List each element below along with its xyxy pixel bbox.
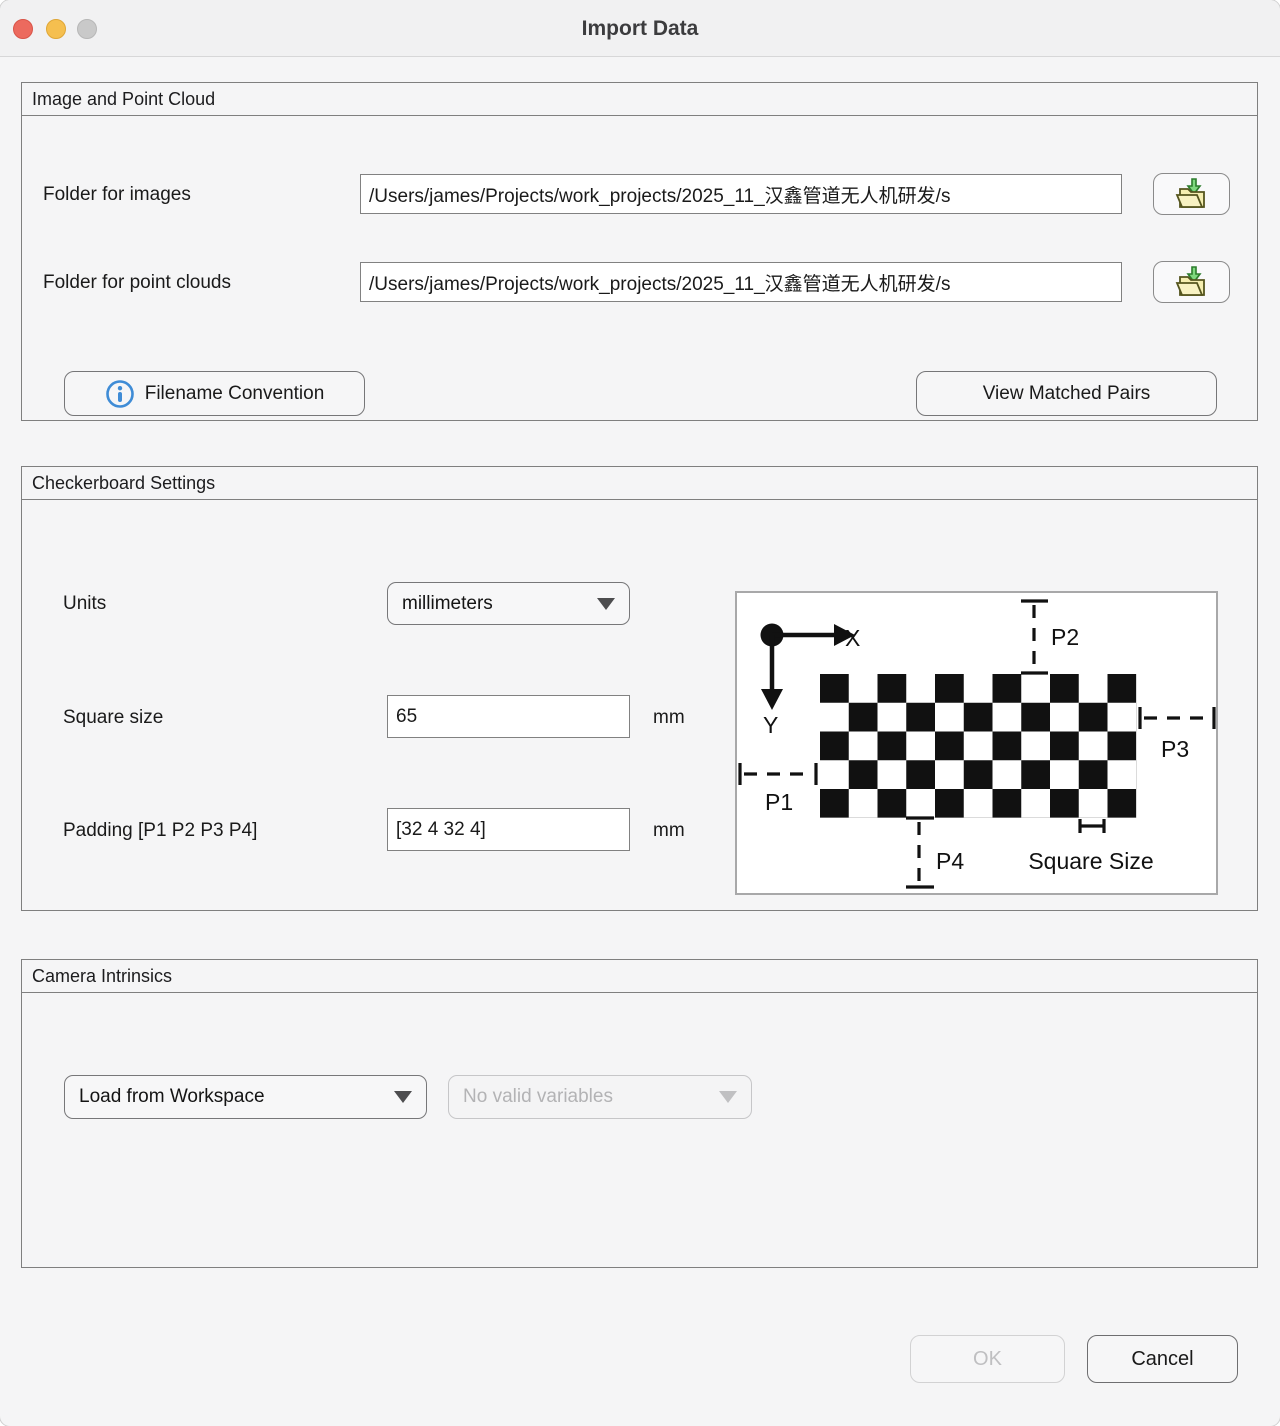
group-title-checkerboard-settings: Checkerboard Settings: [22, 467, 1257, 500]
browse-pointclouds-button[interactable]: [1153, 261, 1230, 303]
cancel-button[interactable]: Cancel: [1087, 1335, 1238, 1383]
chevron-down-icon: [394, 1091, 412, 1103]
x-axis-label: X: [845, 625, 860, 651]
p1-dimension-line: [740, 763, 816, 785]
image-point-cloud-group: Image and Point Cloud Folder for images …: [21, 82, 1258, 421]
p4-label: P4: [936, 848, 964, 874]
padding-input[interactable]: [387, 808, 630, 851]
filename-convention-button[interactable]: Filename Convention: [64, 371, 365, 416]
browse-images-button[interactable]: [1153, 173, 1230, 215]
intrinsics-variables-dropdown: No valid variables: [448, 1075, 752, 1119]
title-bar: Import Data: [0, 0, 1280, 57]
units-dropdown[interactable]: millimeters: [387, 582, 630, 625]
chevron-down-icon: [597, 598, 615, 610]
intrinsics-source-dropdown[interactable]: Load from Workspace: [64, 1075, 427, 1119]
p4-dimension-line: [906, 818, 934, 887]
open-folder-icon: [1173, 265, 1211, 299]
checkerboard-diagram: X Y P2 P3: [735, 591, 1218, 895]
group-title-camera-intrinsics: Camera Intrinsics: [22, 960, 1257, 993]
y-axis-label: Y: [763, 712, 778, 738]
import-data-dialog: Import Data Image and Point Cloud Folder…: [0, 0, 1280, 1426]
folder-pointclouds-label: Folder for point clouds: [43, 272, 231, 294]
folder-images-input[interactable]: [360, 174, 1122, 214]
camera-intrinsics-group: Camera Intrinsics Load from Workspace No…: [21, 959, 1258, 1268]
open-folder-icon: [1173, 177, 1211, 211]
square-size-bracket: [1080, 819, 1104, 833]
view-matched-pairs-label: View Matched Pairs: [983, 383, 1151, 405]
p2-label: P2: [1051, 624, 1079, 650]
cancel-button-label: Cancel: [1131, 1348, 1193, 1371]
checkerboard-settings-group: Checkerboard Settings Units millimeters …: [21, 466, 1258, 911]
square-size-input[interactable]: [387, 695, 630, 738]
chevron-down-icon: [719, 1091, 737, 1103]
p2-dimension-line: [1021, 601, 1048, 673]
padding-label: Padding [P1 P2 P3 P4]: [63, 820, 257, 842]
p3-dimension-line: [1140, 707, 1214, 729]
p1-label: P1: [765, 789, 793, 815]
ok-button: OK: [910, 1335, 1065, 1383]
diagram-square-size-label: Square Size: [1028, 848, 1153, 874]
ok-button-label: OK: [973, 1348, 1002, 1371]
intrinsics-source-value: Load from Workspace: [79, 1086, 386, 1108]
padding-unit: mm: [653, 820, 685, 842]
folder-pointclouds-input[interactable]: [360, 262, 1122, 302]
dialog-title: Import Data: [0, 0, 1280, 57]
info-icon: [105, 379, 135, 409]
checkerboard-pattern: [820, 674, 1136, 818]
view-matched-pairs-button[interactable]: View Matched Pairs: [916, 371, 1217, 416]
units-label: Units: [63, 593, 106, 615]
p3-label: P3: [1161, 736, 1189, 762]
group-title-image-point-cloud: Image and Point Cloud: [22, 83, 1257, 116]
square-size-label: Square size: [63, 707, 163, 729]
filename-convention-label: Filename Convention: [145, 383, 325, 405]
intrinsics-variables-value: No valid variables: [463, 1086, 711, 1108]
folder-images-label: Folder for images: [43, 184, 191, 206]
units-selected-value: millimeters: [402, 593, 589, 615]
square-size-unit: mm: [653, 707, 685, 729]
checkerboard-diagram-svg: X Y P2 P3: [737, 593, 1216, 893]
